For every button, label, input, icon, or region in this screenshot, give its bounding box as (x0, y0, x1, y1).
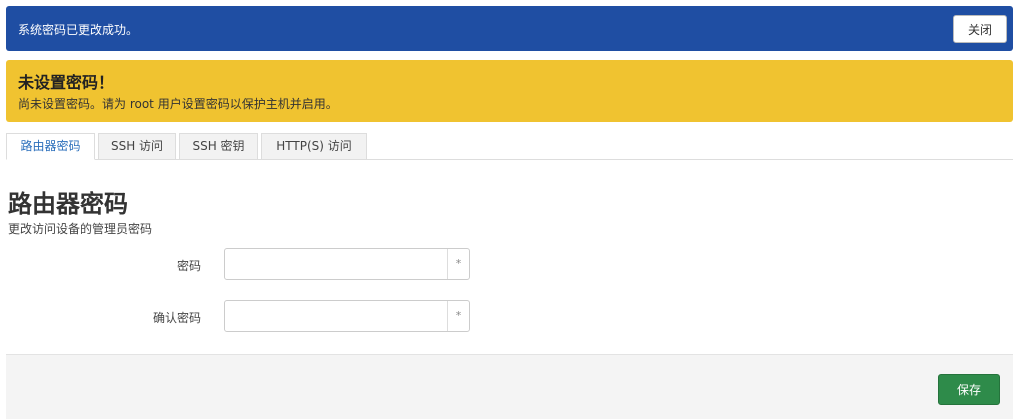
form-footer: 保存 (6, 354, 1013, 419)
confirm-password-reveal-icon[interactable]: * (447, 301, 469, 331)
confirm-password-field-group: * (224, 300, 470, 332)
password-input[interactable] (225, 249, 445, 279)
warning-title: 未设置密码！ (18, 73, 115, 92)
tab-bar: 路由器密码 SSH 访问 SSH 密钥 HTTP(S) 访问 (6, 133, 1013, 160)
close-button[interactable]: 关闭 (953, 15, 1007, 43)
tab-router-password[interactable]: 路由器密码 (6, 133, 95, 160)
tab-ssh-access[interactable]: SSH 访问 (98, 133, 176, 160)
confirm-password-label: 确认密码 (152, 311, 201, 325)
success-message: 系统密码已更改成功。 (18, 23, 139, 37)
password-reveal-icon[interactable]: * (447, 249, 469, 279)
confirm-password-input[interactable] (225, 301, 445, 331)
warning-alert: 未设置密码！ 尚未设置密码。请为 root 用户设置密码以保护主机并启用。 (6, 60, 1013, 122)
password-label: 密码 (176, 259, 201, 273)
tab-https-access[interactable]: HTTP(S) 访问 (261, 133, 367, 160)
page-description: 更改访问设备的管理员密码 (8, 222, 153, 236)
warning-text: 尚未设置密码。请为 root 用户设置密码以保护主机并启用。 (18, 97, 338, 111)
page-title: 路由器密码 (8, 190, 128, 218)
password-field-group: * (224, 248, 470, 280)
tab-ssh-keys[interactable]: SSH 密钥 (179, 133, 258, 160)
save-button[interactable]: 保存 (938, 374, 1000, 405)
success-alert: 系统密码已更改成功。 关闭 (6, 6, 1013, 51)
